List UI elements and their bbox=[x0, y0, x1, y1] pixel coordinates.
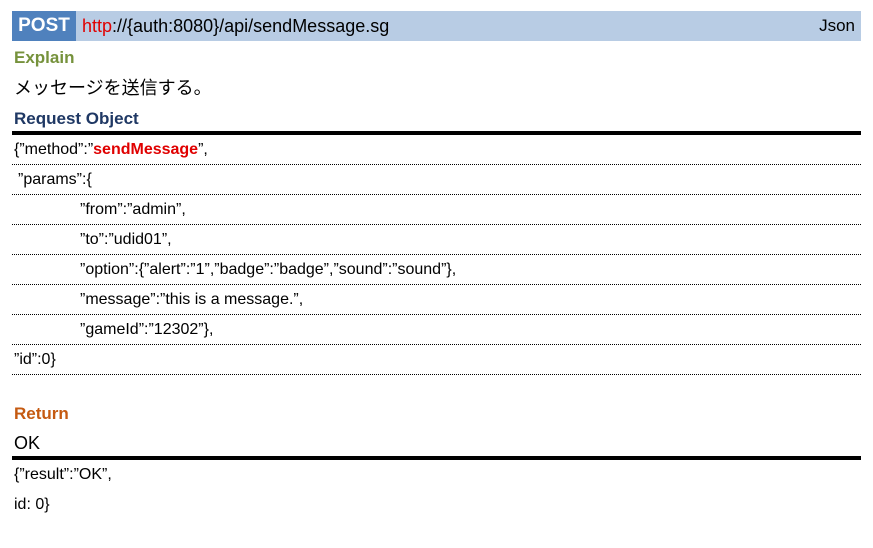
response-format-label: Json bbox=[819, 16, 855, 35]
method-name: sendMessage bbox=[93, 141, 199, 158]
request-line-text: ”gameId”:”12302”}, bbox=[80, 321, 214, 338]
return-line-text: {”result”:”OK”, bbox=[14, 466, 112, 483]
return-heading: Return bbox=[14, 404, 69, 423]
endpoint-header: POST http://{auth:8080}/api/sendMessage.… bbox=[12, 11, 861, 41]
request-line-text: ”message”:”this is a message.”, bbox=[80, 291, 304, 308]
return-line: id: 0} bbox=[12, 490, 861, 520]
request-line-text: ”params”:{ bbox=[18, 171, 92, 188]
request-line: ”id”:0} bbox=[12, 345, 861, 375]
request-line: ”to”:”udid01”, bbox=[12, 225, 861, 255]
explain-heading: Explain bbox=[14, 48, 75, 67]
return-line: {”result”:”OK”, bbox=[12, 460, 861, 490]
code-text: ”, bbox=[198, 141, 208, 158]
request-line: ”option”:{”alert”:”1”,”badge”:”badge”,”s… bbox=[12, 255, 861, 285]
request-object-heading: Request Object bbox=[14, 109, 139, 128]
return-line-text: id: 0} bbox=[14, 496, 50, 513]
request-line: ”from”:”admin”, bbox=[12, 195, 861, 225]
endpoint-url: http://{auth:8080}/api/sendMessage.sg bbox=[82, 11, 389, 41]
request-line: ”params”:{ bbox=[12, 165, 861, 195]
request-line: {”method”:”sendMessage”, bbox=[12, 135, 861, 165]
request-line-text: ”id”:0} bbox=[14, 351, 56, 368]
request-line-text: ”to”:”udid01”, bbox=[80, 231, 172, 248]
request-line-text: {”method”:”sendMessage”, bbox=[14, 136, 208, 164]
request-line-text: ”option”:{”alert”:”1”,”badge”:”badge”,”s… bbox=[80, 261, 457, 278]
http-method-badge: POST bbox=[12, 11, 76, 41]
code-text: {”method”:” bbox=[14, 141, 94, 158]
request-line: ”gameId”:”12302”}, bbox=[12, 315, 861, 345]
request-line: ”message”:”this is a message.”, bbox=[12, 285, 861, 315]
url-scheme: http bbox=[82, 16, 113, 36]
return-status: OK bbox=[14, 433, 41, 453]
request-line-text: ”from”:”admin”, bbox=[80, 201, 186, 218]
explain-text: メッセージを送信する。 bbox=[14, 78, 212, 98]
api-doc-page: POST http://{auth:8080}/api/sendMessage.… bbox=[0, 0, 873, 548]
url-path: ://{auth:8080}/api/sendMessage.sg bbox=[112, 16, 390, 36]
